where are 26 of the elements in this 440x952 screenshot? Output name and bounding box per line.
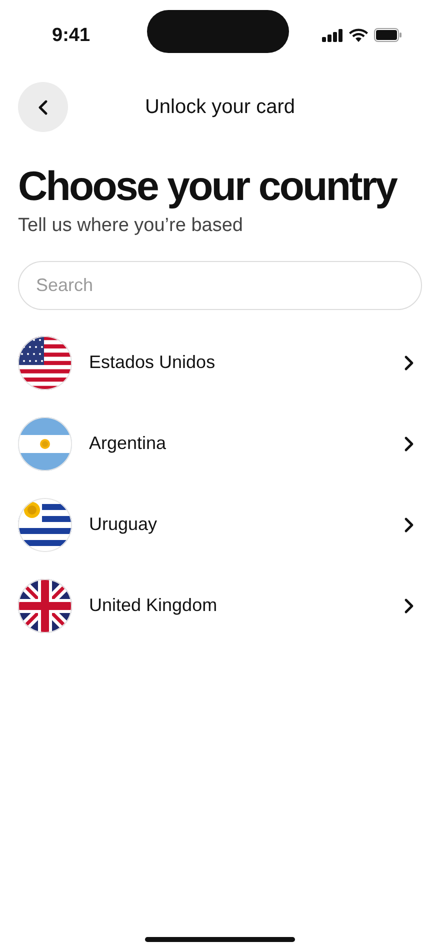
country-row[interactable]: Uruguay — [18, 498, 422, 552]
flag-icon — [18, 498, 72, 552]
country-row[interactable]: United Kingdom — [18, 578, 422, 632]
subtitle: Tell us where you’re based — [18, 214, 244, 238]
country-name: Uruguay — [89, 513, 158, 536]
country-name: Estados Unidos — [89, 351, 216, 374]
chevron-right-icon — [404, 598, 414, 614]
chevron-right-icon — [404, 436, 414, 452]
flag-icon — [18, 416, 72, 470]
battery-icon — [374, 28, 402, 42]
country-row[interactable]: Argentina — [18, 416, 422, 470]
back-button[interactable] — [18, 82, 68, 132]
back-chevron-icon — [38, 100, 48, 114]
chevron-right-icon — [404, 516, 414, 532]
flag-icon — [18, 578, 72, 632]
country-row[interactable]: Estados Unidos — [18, 336, 422, 390]
country-name: United Kingdom — [89, 594, 218, 617]
page-heading: Choose your country — [18, 162, 398, 210]
chevron-right-icon — [404, 354, 414, 370]
wifi-icon — [349, 28, 368, 42]
status-time: 9:41 — [52, 24, 90, 48]
flag-icon — [18, 336, 72, 390]
country-name: Argentina — [89, 432, 168, 455]
screen-title: Unlock your card — [144, 95, 296, 120]
search-field[interactable]: Search — [18, 260, 422, 310]
signal-icon — [322, 28, 343, 42]
